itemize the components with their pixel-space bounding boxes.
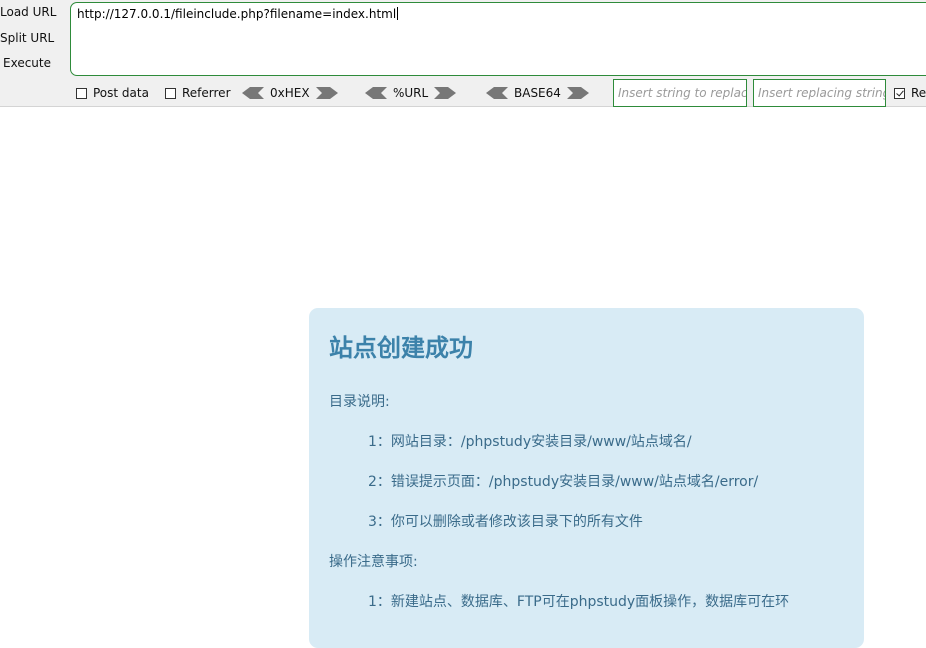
replace-all-label: Re bbox=[911, 86, 926, 100]
post-data-label: Post data bbox=[93, 86, 149, 100]
hex-encoder: 0xHEX bbox=[242, 84, 338, 102]
directory-item: 3：你可以删除或者修改该目录下的所有文件 bbox=[368, 514, 643, 530]
encode-arrow-right-icon[interactable] bbox=[434, 86, 457, 100]
checkbox-icon bbox=[76, 87, 87, 99]
split-url-button[interactable]: Split URL bbox=[0, 31, 54, 45]
replacing-string-input[interactable]: Insert replacing string bbox=[753, 79, 886, 107]
checkbox-checked-icon bbox=[894, 87, 905, 99]
encode-arrow-right-icon[interactable] bbox=[315, 86, 338, 100]
decode-arrow-left-icon[interactable] bbox=[486, 86, 508, 100]
page-title: 站点创建成功 bbox=[329, 334, 473, 362]
checkbox-icon bbox=[165, 87, 176, 99]
welcome-panel: 站点创建成功 目录说明: 1：网站目录：/phpstudy安装目录/www/站点… bbox=[309, 308, 864, 648]
base64-encoder: BASE64 bbox=[486, 84, 589, 102]
url-encoder: %URL bbox=[365, 84, 457, 102]
hex-label: 0xHEX bbox=[270, 86, 310, 100]
directory-heading: 目录说明: bbox=[329, 394, 390, 410]
directory-item: 1：网站目录：/phpstudy安装目录/www/站点域名/ bbox=[368, 434, 692, 450]
url-text: http://127.0.0.1/fileinclude.php?filenam… bbox=[77, 7, 397, 21]
encode-arrow-right-icon[interactable] bbox=[566, 86, 589, 100]
url-encode-label: %URL bbox=[393, 86, 429, 100]
hackbar-toolbar: Load URL Split URL Execute http://127.0.… bbox=[0, 0, 926, 107]
referrer-checkbox[interactable]: Referrer bbox=[165, 86, 231, 100]
load-url-button[interactable]: Load URL bbox=[0, 5, 56, 19]
notes-heading: 操作注意事项: bbox=[329, 554, 418, 570]
post-data-checkbox[interactable]: Post data bbox=[76, 86, 149, 100]
text-cursor bbox=[397, 7, 399, 20]
base64-label: BASE64 bbox=[514, 86, 561, 100]
replace-string-input[interactable]: Insert string to replace bbox=[613, 79, 747, 107]
referrer-label: Referrer bbox=[182, 86, 231, 100]
execute-button[interactable]: Execute bbox=[3, 56, 51, 70]
notes-item: 1：新建站点、数据库、FTP可在phpstudy面板操作，数据库可在环 bbox=[368, 594, 790, 610]
decode-arrow-left-icon[interactable] bbox=[365, 86, 387, 100]
replace-all-checkbox[interactable]: Re bbox=[894, 86, 926, 100]
url-textarea[interactable]: http://127.0.0.1/fileinclude.php?filenam… bbox=[70, 2, 926, 76]
directory-item: 2：错误提示页面：/phpstudy安装目录/www/站点域名/error/ bbox=[368, 474, 759, 490]
decode-arrow-left-icon[interactable] bbox=[242, 86, 264, 100]
